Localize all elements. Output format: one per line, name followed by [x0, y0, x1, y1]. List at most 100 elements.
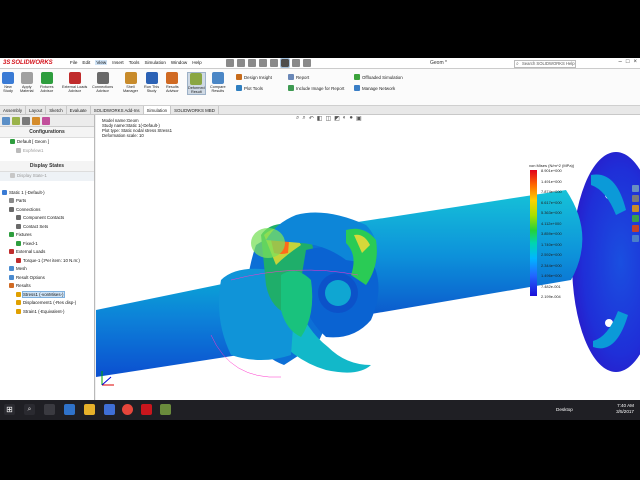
deformed-result-button[interactable]: Deformed Result [187, 72, 206, 96]
apply-material-button[interactable]: Apply Material [20, 72, 34, 93]
config-default[interactable]: Default [ Geom ] [0, 138, 94, 147]
design-insight-icon [236, 74, 242, 80]
config-explode[interactable]: ExplView1 [0, 147, 94, 156]
display-manager-tab-icon[interactable] [42, 117, 50, 125]
dimxpert-tab-icon[interactable] [32, 117, 40, 125]
file-explorer-icon[interactable] [632, 205, 639, 212]
menu-insert[interactable]: Insert [112, 60, 124, 65]
tree-item-contact-sets[interactable]: Contact Sets [0, 223, 94, 232]
tree-item-displacement-plot[interactable]: Displacement1 (-Res disp-) [0, 299, 94, 308]
search-input[interactable]: ⌕ Search SOLIDWORKS Help [514, 59, 576, 68]
menu-simulation[interactable]: Simulation [144, 60, 165, 65]
tree-item-label: Static 1 (-Default-) [9, 189, 45, 195]
undo-icon[interactable] [270, 59, 278, 67]
edge-icon[interactable] [64, 404, 75, 415]
tree-item-results[interactable]: Results [0, 282, 94, 291]
menu-tools[interactable]: Tools [129, 60, 140, 65]
menu-window[interactable]: Window [171, 60, 187, 65]
graphics-area[interactable]: ⌕ ⌕ ↶ ◧ ◫ ◩ ◐ ● ▣ Model name:Geom Study n… [96, 115, 640, 403]
legend-value: 7.874e+000 [541, 189, 562, 194]
new-doc-icon[interactable] [226, 59, 234, 67]
shell-manager-button[interactable]: Shell Manager [123, 72, 138, 93]
fixtures-button[interactable]: Fixtures Advisor [40, 72, 54, 93]
tree-item-stress-plot[interactable]: Stress1 (-vonMises-) [0, 290, 94, 300]
tree-item-study[interactable]: Static 1 (-Default-) [0, 189, 94, 198]
tree-item-result-options[interactable]: Result Options [0, 274, 94, 283]
probe-highlight[interactable] [251, 228, 285, 258]
display-state-1-label: Display State-1 [17, 173, 47, 178]
store-icon[interactable] [104, 404, 115, 415]
app-icon[interactable] [160, 404, 171, 415]
view-palette-icon[interactable] [632, 215, 639, 222]
tab-simulation[interactable]: Simulation [143, 106, 172, 114]
shell-manager-label: Shell Manager [123, 85, 138, 94]
minimize-icon[interactable]: – [619, 59, 622, 65]
start-icon[interactable]: ⊞ [4, 404, 15, 415]
feature-manager-tab-icon[interactable] [2, 117, 10, 125]
manage-network-button[interactable]: Manage Network [354, 85, 395, 91]
external-loads-button[interactable]: External Loads Advisor [62, 72, 87, 93]
tree-item-component-contacts[interactable]: Component Contacts [0, 214, 94, 223]
print-icon[interactable] [259, 59, 267, 67]
tree-item-parts[interactable]: Parts [0, 197, 94, 206]
maximize-icon[interactable]: □ [626, 59, 630, 65]
explorer-icon[interactable] [84, 404, 95, 415]
property-manager-tab-icon[interactable] [12, 117, 20, 125]
rebuild-icon[interactable] [292, 59, 300, 67]
tab-sketch[interactable]: Sketch [46, 106, 67, 114]
compare-results-button[interactable]: Compare Results [210, 72, 226, 93]
desktop-toolbar[interactable]: Desktop [556, 407, 573, 412]
menu-edit[interactable]: Edit [82, 60, 90, 65]
select-icon[interactable] [280, 58, 290, 68]
tree-item-strain-plot[interactable]: Strain1 (-Equivalent-) [0, 308, 94, 317]
run-study-button[interactable]: Run This Study [144, 72, 159, 93]
tree-item-fixed[interactable]: Fixed-1 [0, 240, 94, 249]
apply-material-icon [20, 72, 33, 84]
menu-file[interactable]: File [70, 60, 77, 65]
system-clock[interactable]: 7:40 AM 3/5/2017 [616, 403, 634, 415]
tab-assembly[interactable]: Assembly [0, 106, 27, 114]
right-flange [572, 152, 640, 372]
configuration-manager-tab-icon[interactable] [22, 117, 30, 125]
display-state-1[interactable]: Display State-1 [0, 172, 94, 181]
close-icon[interactable]: × [633, 59, 637, 65]
tree-item-connections[interactable]: Connections [0, 206, 94, 215]
plot-tools-icon [236, 85, 242, 91]
tree-item-fixtures[interactable]: Fixtures [0, 231, 94, 240]
display-state-icon [10, 173, 15, 179]
tree-item-mesh[interactable]: Mesh [0, 265, 94, 274]
search-icon[interactable]: ⌕ [24, 404, 35, 415]
options-icon[interactable] [303, 59, 311, 67]
tree-item-external-loads[interactable]: External Loads [0, 248, 94, 257]
save-icon[interactable] [248, 59, 256, 67]
tab-solidworks-mbd[interactable]: SOLIDWORKS MBD [171, 106, 219, 114]
custom-properties-icon[interactable] [632, 235, 639, 242]
tab-layout[interactable]: Layout [26, 106, 47, 114]
tree-item-label: Connections [16, 206, 41, 212]
menu-view[interactable]: View [95, 60, 108, 65]
appearances-icon[interactable] [632, 225, 639, 232]
new-study-button[interactable]: New Study [2, 72, 14, 93]
chrome-icon[interactable] [122, 404, 133, 415]
tab-solidworks-add-ins[interactable]: SOLIDWORKS Add-Ins [91, 106, 144, 114]
design-library-icon[interactable] [632, 195, 639, 202]
report-button[interactable]: Report [288, 74, 309, 80]
task-view-icon[interactable] [44, 404, 55, 415]
tab-evaluate[interactable]: Evaluate [67, 106, 91, 114]
tree-item-torque[interactable]: Torque-1 (:Per item: 10 N.m:) [0, 257, 94, 266]
quick-access-toolbar [226, 58, 311, 68]
open-icon[interactable] [237, 59, 245, 67]
manage-network-label: Manage Network [362, 85, 396, 91]
resources-icon[interactable] [632, 185, 639, 192]
design-insight-button[interactable]: Design Insight [236, 74, 272, 80]
fixtures-icon [9, 232, 14, 238]
menu-help[interactable]: Help [192, 60, 201, 65]
offloaded-simulation-button[interactable]: Offloaded Simulation [354, 74, 403, 80]
solidworks-logo[interactable]: 3SSOLIDWORKS [3, 60, 53, 66]
connections-button[interactable]: Connections Advisor [92, 72, 113, 93]
results-advisor-button[interactable]: Results Advisor [166, 72, 179, 93]
plot-tools-button[interactable]: Plot Tools [236, 85, 263, 91]
solidworks-taskbar-icon[interactable] [141, 404, 152, 415]
include-image-button[interactable]: Include Image for Report [288, 85, 344, 91]
legend-value: 8.901e+000 [541, 168, 562, 173]
